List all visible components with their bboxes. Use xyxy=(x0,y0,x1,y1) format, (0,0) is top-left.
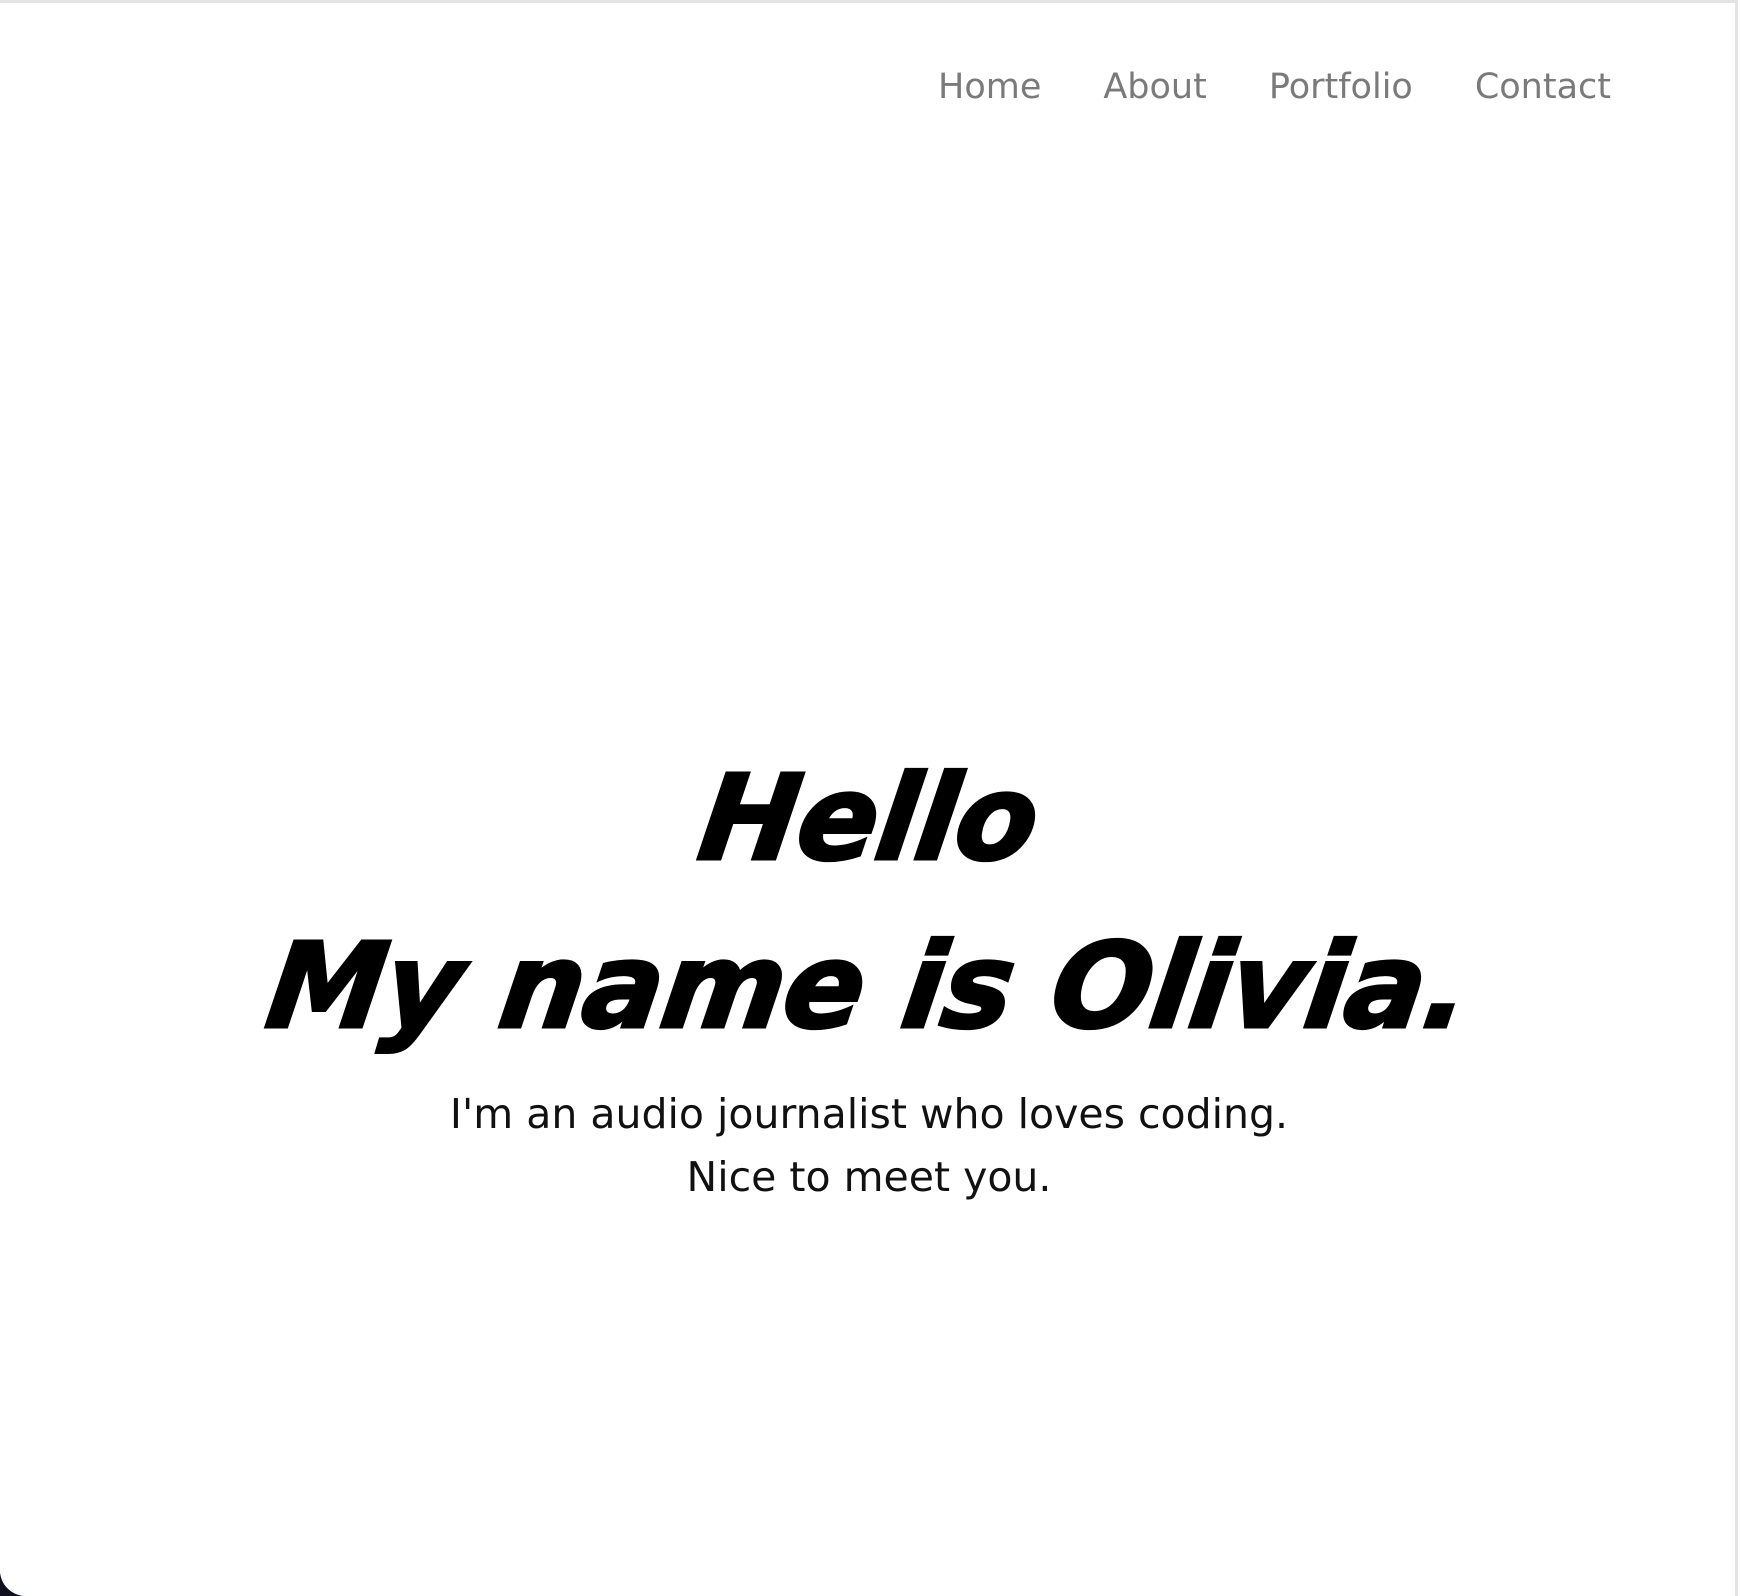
hero-closing: Nice to meet you. xyxy=(686,1153,1052,1201)
hero-tagline: I'm an audio journalist who loves coding… xyxy=(449,1090,1289,1138)
hero-greeting: Hello xyxy=(690,748,1048,889)
nav-link-about[interactable]: About xyxy=(1103,65,1206,109)
hero-name-heading: My name is Olivia. xyxy=(258,916,1480,1057)
hero-section: Hello My name is Olivia. I'm an audio jo… xyxy=(0,743,1738,1209)
browser-viewport: Home About Portfolio Contact Hello My na… xyxy=(0,0,1738,1596)
nav-link-contact[interactable]: Contact xyxy=(1475,65,1611,109)
nav-link-home[interactable]: Home xyxy=(938,65,1041,109)
top-navigation: Home About Portfolio Contact xyxy=(876,65,1611,109)
nav-link-portfolio[interactable]: Portfolio xyxy=(1269,65,1413,109)
